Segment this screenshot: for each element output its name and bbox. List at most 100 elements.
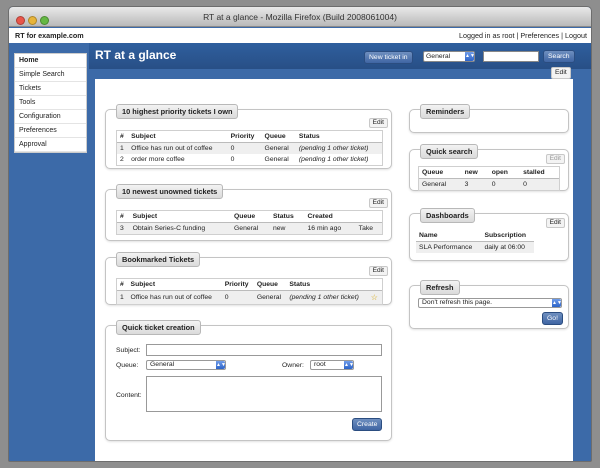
content-textarea[interactable]: [146, 376, 382, 412]
box-title: Quick search: [420, 144, 479, 159]
column-header: Queue: [253, 279, 287, 291]
box-edit-button[interactable]: Edit: [368, 198, 388, 208]
page-edit-button[interactable]: Edit: [551, 67, 571, 79]
title-bar: RT at a glance - Mozilla Firefox (Build …: [9, 7, 591, 27]
ticket-subject[interactable]: order more coffee: [128, 154, 228, 165]
unowned-table-wrap: # Subject Queue Status Created 3 Obtain …: [116, 210, 383, 235]
search-button[interactable]: Search: [543, 50, 575, 63]
go-button[interactable]: Go!: [542, 312, 563, 325]
stalled-count[interactable]: 0: [520, 178, 559, 190]
queue-dropdown[interactable]: General ▲▼: [146, 360, 226, 370]
table-row[interactable]: 3 Obtain Series-C funding General new 16…: [117, 222, 382, 234]
new-count[interactable]: 3: [461, 178, 489, 190]
box-title: Bookmarked Tickets: [116, 252, 201, 267]
ticket-status: new: [269, 222, 305, 234]
window-title: RT at a glance - Mozilla Firefox (Build …: [203, 12, 397, 22]
subject-input[interactable]: [146, 344, 382, 356]
reminders-box: Reminders: [409, 104, 569, 133]
column-header: Queue: [261, 131, 296, 143]
zoom-window-icon[interactable]: [40, 16, 49, 25]
take-link[interactable]: Take: [355, 222, 382, 234]
queue-select[interactable]: General ▲▼: [423, 51, 475, 62]
ticket-priority: 0: [227, 142, 262, 154]
box-title: Reminders: [420, 104, 471, 119]
separator: |: [561, 31, 564, 40]
ticket-id: 1: [117, 290, 128, 304]
quick-search-box: Quick search Edit Queue new open stalled…: [409, 144, 569, 191]
box-title: Quick ticket creation: [116, 320, 201, 335]
create-button[interactable]: Create: [352, 418, 383, 431]
main-nav: Home Simple Search Tickets Tools Configu…: [14, 53, 87, 153]
refresh-dropdown-value: Don't refresh this page.: [422, 299, 493, 306]
close-window-icon[interactable]: [16, 16, 25, 25]
separator: |: [516, 31, 519, 40]
box-title: Refresh: [420, 280, 460, 295]
owner-dropdown[interactable]: root ▲▼: [310, 360, 354, 370]
refresh-dropdown[interactable]: Don't refresh this page. ▲▼: [418, 298, 562, 308]
quick-search-table-wrap: Queue new open stalled General 3 0 0: [418, 166, 560, 191]
owner-label: Owner:: [282, 362, 304, 369]
ticket-queue: General: [261, 142, 296, 154]
ticket-id: 2: [120, 156, 124, 163]
table-row[interactable]: 1 Office has run out of coffee 0 General…: [117, 142, 382, 154]
new-ticket-button[interactable]: New ticket in: [364, 51, 413, 64]
table-row[interactable]: 1 Office has run out of coffee 0 General…: [117, 290, 382, 304]
site-name: RT for example.com: [15, 31, 84, 40]
ticket-priority: 0: [230, 156, 235, 163]
bookmarked-table-wrap: # Subject Priority Queue Status 1 Office…: [116, 278, 383, 305]
quick-create-box: Quick ticket creation Subject: Queue: Ge…: [105, 320, 392, 441]
preferences-link[interactable]: Preferences: [520, 31, 559, 40]
queue-dropdown-value: General: [150, 361, 175, 368]
nav-item-simple-search[interactable]: Simple Search: [15, 68, 86, 82]
box-edit-button[interactable]: Edit: [368, 118, 388, 128]
nav-item-configuration[interactable]: Configuration: [15, 110, 86, 124]
ticket-queue: General: [264, 156, 289, 163]
dashboard-subscription[interactable]: daily at 06:00: [481, 241, 534, 253]
bookmark-star-icon[interactable]: ☆: [367, 290, 382, 304]
column-header: Subject: [127, 279, 222, 291]
nav-item-tickets[interactable]: Tickets: [15, 82, 86, 96]
main-content: Edit 10 highest priority tickets I own E…: [95, 67, 573, 461]
quick-search-table: Queue new open stalled General 3 0 0: [419, 167, 559, 190]
ticket-status: (pending 1 other ticket): [286, 290, 368, 304]
column-header: open: [488, 167, 521, 179]
open-count[interactable]: 0: [488, 178, 521, 190]
minimize-window-icon[interactable]: [28, 16, 37, 25]
nav-item-home[interactable]: Home: [15, 54, 86, 68]
box-edit-button[interactable]: Edit: [545, 218, 565, 228]
ticket-subject[interactable]: Office has run out of coffee: [128, 142, 228, 154]
nav-item-preferences[interactable]: Preferences: [15, 124, 86, 138]
queue-link[interactable]: General: [419, 178, 462, 190]
select-arrows-icon: ▲▼: [216, 361, 226, 369]
column-header: #: [117, 131, 129, 143]
owner-dropdown-value: root: [314, 361, 326, 368]
table-row[interactable]: SLA Performance daily at 06:00: [416, 241, 534, 253]
box-edit-button[interactable]: Edit: [545, 154, 565, 164]
column-header: [355, 211, 382, 223]
logged-in-text: Logged in as root: [458, 31, 515, 40]
dashboard-name[interactable]: SLA Performance: [416, 241, 482, 253]
queue-label: Queue:: [116, 362, 139, 369]
column-header: Status: [295, 131, 382, 143]
column-header: stalled: [520, 167, 559, 179]
logout-link[interactable]: Logout: [565, 31, 587, 40]
ticket-queue: General: [231, 222, 270, 234]
ticket-subject[interactable]: Obtain Series-C funding: [129, 222, 231, 234]
search-input[interactable]: [483, 51, 539, 62]
table-row[interactable]: 2 order more coffee 0 General (pending 1…: [117, 154, 382, 165]
queue-select-value: General: [426, 53, 451, 60]
bookmarked-table: # Subject Priority Queue Status 1 Office…: [117, 279, 382, 304]
column-header: Status: [269, 211, 305, 223]
nav-item-approval[interactable]: Approval: [15, 138, 86, 152]
ticket-id: 3: [117, 222, 130, 234]
ticket-subject[interactable]: Office has run out of coffee: [127, 290, 222, 304]
nav-item-tools[interactable]: Tools: [15, 96, 86, 110]
ticket-queue: General: [253, 290, 287, 304]
unowned-table: # Subject Queue Status Created 3 Obtain …: [117, 211, 382, 234]
page-header: RT at a glance New ticket in General ▲▼ S…: [89, 43, 591, 69]
refresh-box: Refresh Don't refresh this page. ▲▼ Go!: [409, 280, 569, 329]
ticket-created: 16 min ago: [304, 222, 356, 234]
box-edit-button[interactable]: Edit: [368, 266, 388, 276]
table-row[interactable]: General 3 0 0: [419, 178, 559, 190]
box-title: 10 highest priority tickets I own: [116, 104, 239, 119]
